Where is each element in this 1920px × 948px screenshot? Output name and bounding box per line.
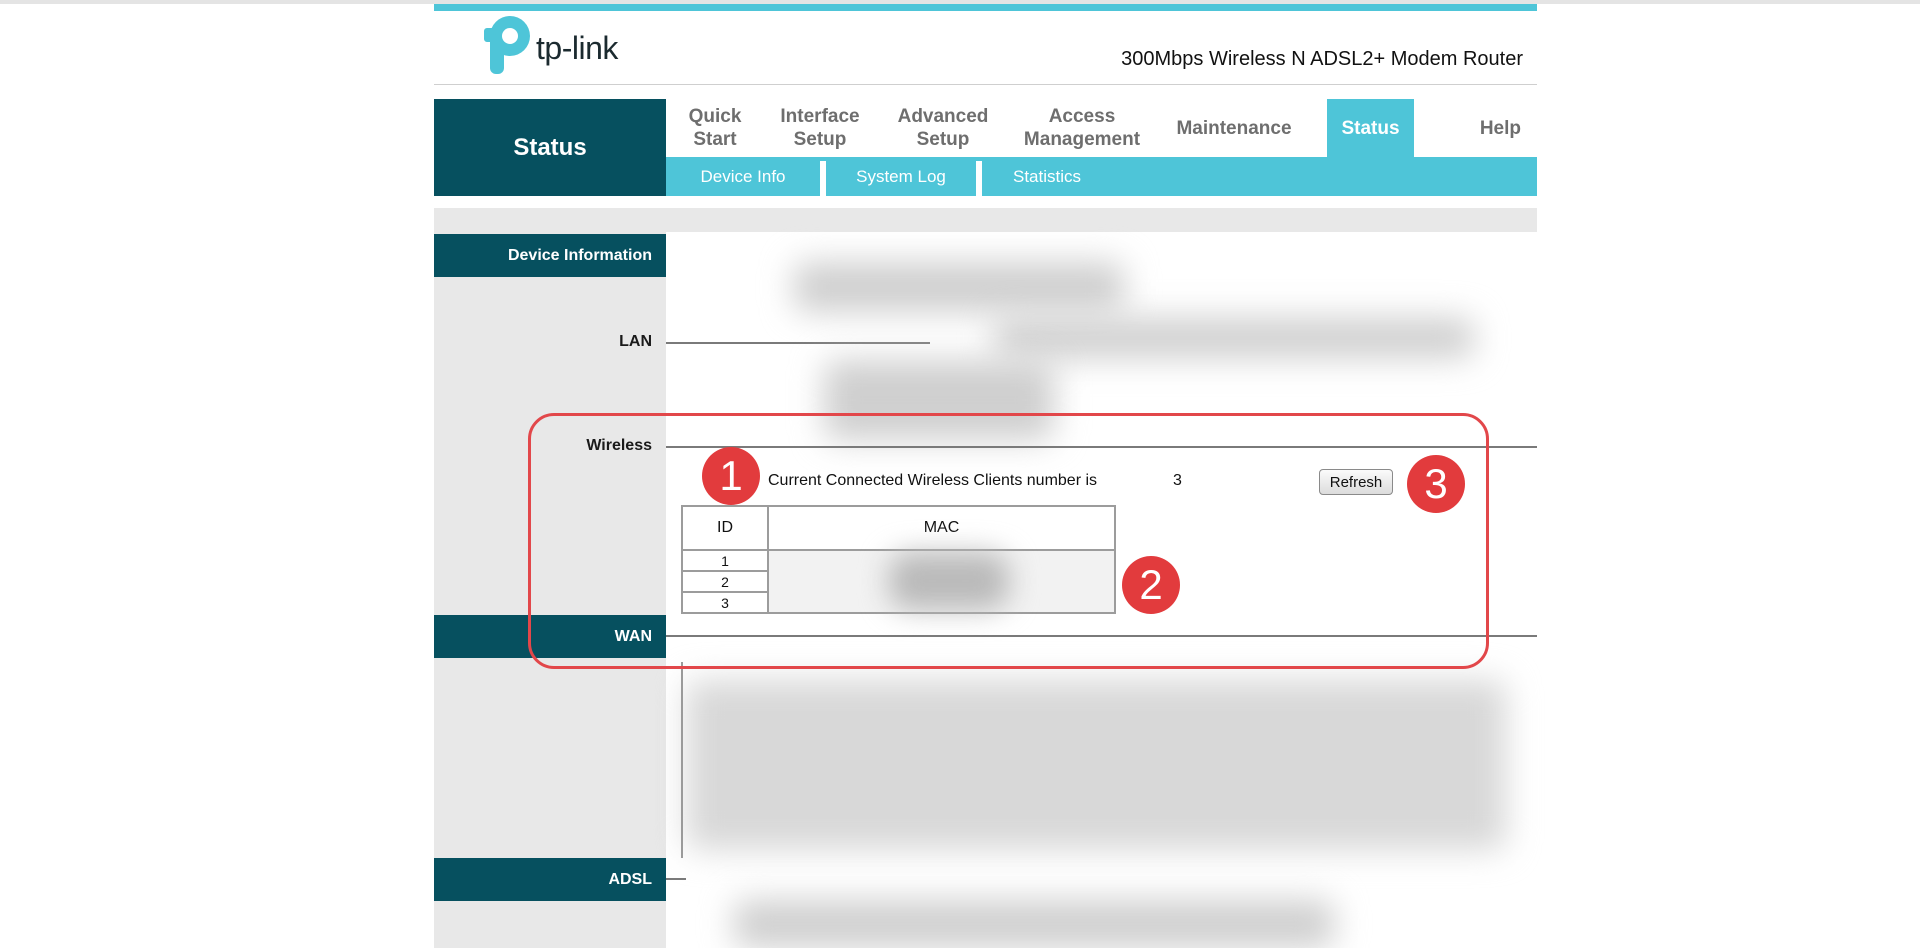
tp-link-logo: tp-link <box>476 14 646 78</box>
annotation-badge-1: 1 <box>702 447 760 505</box>
content-top-band <box>434 208 1537 232</box>
nav-interface-setup[interactable]: Interface Setup <box>764 99 876 157</box>
adsl-blurred-content <box>734 900 1334 948</box>
subnav-system-log[interactable]: System Log <box>826 157 976 196</box>
header-accent-bar <box>434 4 1537 11</box>
nav-status[interactable]: Status <box>1327 99 1414 157</box>
nav-access-management[interactable]: Access Management <box>1010 99 1154 157</box>
subnav-statistics[interactable]: Statistics <box>982 157 1112 196</box>
wan-blurred-content <box>686 680 1506 850</box>
nav-quick-start[interactable]: Quick Start <box>666 99 764 157</box>
tp-link-logo-icon <box>484 16 530 74</box>
nav-maintenance[interactable]: Maintenance <box>1154 99 1314 157</box>
lan-blurred-content <box>994 318 1474 358</box>
section-adsl: ADSL <box>434 858 666 901</box>
product-title: 300Mbps Wireless N ADSL2+ Modem Router <box>1121 48 1523 70</box>
header-divider <box>434 84 1537 85</box>
lan-blurred-content <box>794 262 1124 312</box>
sub-nav: Device Info System Log Statistics <box>666 157 1537 196</box>
brand-name: tp-link <box>536 30 618 66</box>
nav-advanced-setup[interactable]: Advanced Setup <box>876 99 1010 157</box>
highlight-box <box>528 413 1489 669</box>
main-nav: Quick Start Interface Setup Advanced Set… <box>666 99 1537 157</box>
wan-table-border <box>681 662 687 858</box>
annotation-badge-3: 3 <box>1407 455 1465 513</box>
subnav-device-info[interactable]: Device Info <box>666 157 820 196</box>
section-device-information: Device Information <box>434 234 666 277</box>
section-lan-label: LAN <box>619 333 652 350</box>
adsl-divider <box>666 878 686 880</box>
nav-help[interactable]: Help <box>1414 99 1537 157</box>
current-section-title: Status <box>434 99 666 196</box>
annotation-badge-2: 2 <box>1122 556 1180 614</box>
lan-divider <box>666 342 930 344</box>
